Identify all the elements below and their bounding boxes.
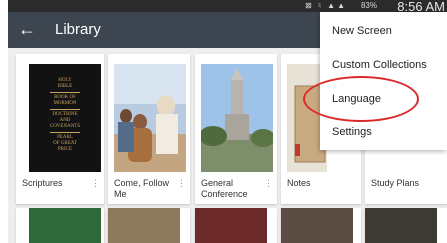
general-conference-image	[201, 64, 273, 172]
overflow-dots-icon[interactable]: ⋮	[177, 178, 186, 189]
overflow-dots-icon[interactable]: ⋮	[91, 178, 100, 189]
come-follow-me-image	[114, 64, 186, 172]
cover-line: MORMON	[53, 101, 77, 106]
library-card-scriptures[interactable]: HOLY BIBLE BOOK OF MORMON DOCTRINE AND C…	[16, 54, 104, 204]
library-card-row2-5[interactable]	[365, 208, 447, 243]
card-label: General Conference	[201, 178, 248, 199]
menu-item-new-screen[interactable]: New Screen	[332, 25, 392, 37]
library-card-row2-3[interactable]	[195, 208, 277, 243]
cover-line: COVENANTS	[49, 124, 81, 129]
card-label: Come, Follow Me	[114, 178, 170, 199]
library-card-row2-1[interactable]	[16, 208, 104, 243]
library-card-row2-2[interactable]	[108, 208, 190, 243]
card-label: Scriptures	[22, 178, 63, 188]
overflow-dots-icon[interactable]: ⋮	[264, 178, 273, 189]
page-title: Library	[55, 21, 101, 38]
app-screen: ⊠ ♮ ▲▲ 83% 8:56 AM ← Library HOLY BIBLE …	[8, 0, 447, 243]
battery-level: 83%	[360, 1, 377, 10]
library-card-come-follow-me[interactable]: Come, Follow Me ⋮	[108, 54, 190, 204]
card-label: Notes	[287, 178, 311, 188]
menu-item-settings[interactable]: Settings	[332, 126, 372, 138]
back-arrow-icon[interactable]: ←	[18, 17, 36, 41]
highlight-circle-annotation	[303, 76, 419, 122]
library-card-general-conference[interactable]: General Conference ⋮	[195, 54, 277, 204]
library-card-row2-4[interactable]	[281, 208, 361, 243]
status-bar: ⊠ ♮ ▲▲ 83% 8:56 AM	[8, 0, 447, 14]
card-label: Study Plans	[371, 178, 420, 188]
menu-item-custom-collections[interactable]: Custom Collections	[332, 59, 427, 71]
status-icons: ⊠ ♮ ▲▲	[305, 1, 347, 10]
cover-line: PRICE	[57, 147, 73, 152]
cover-line: BIBLE	[57, 84, 73, 89]
scriptures-cover-image: HOLY BIBLE BOOK OF MORMON DOCTRINE AND C…	[29, 64, 101, 172]
